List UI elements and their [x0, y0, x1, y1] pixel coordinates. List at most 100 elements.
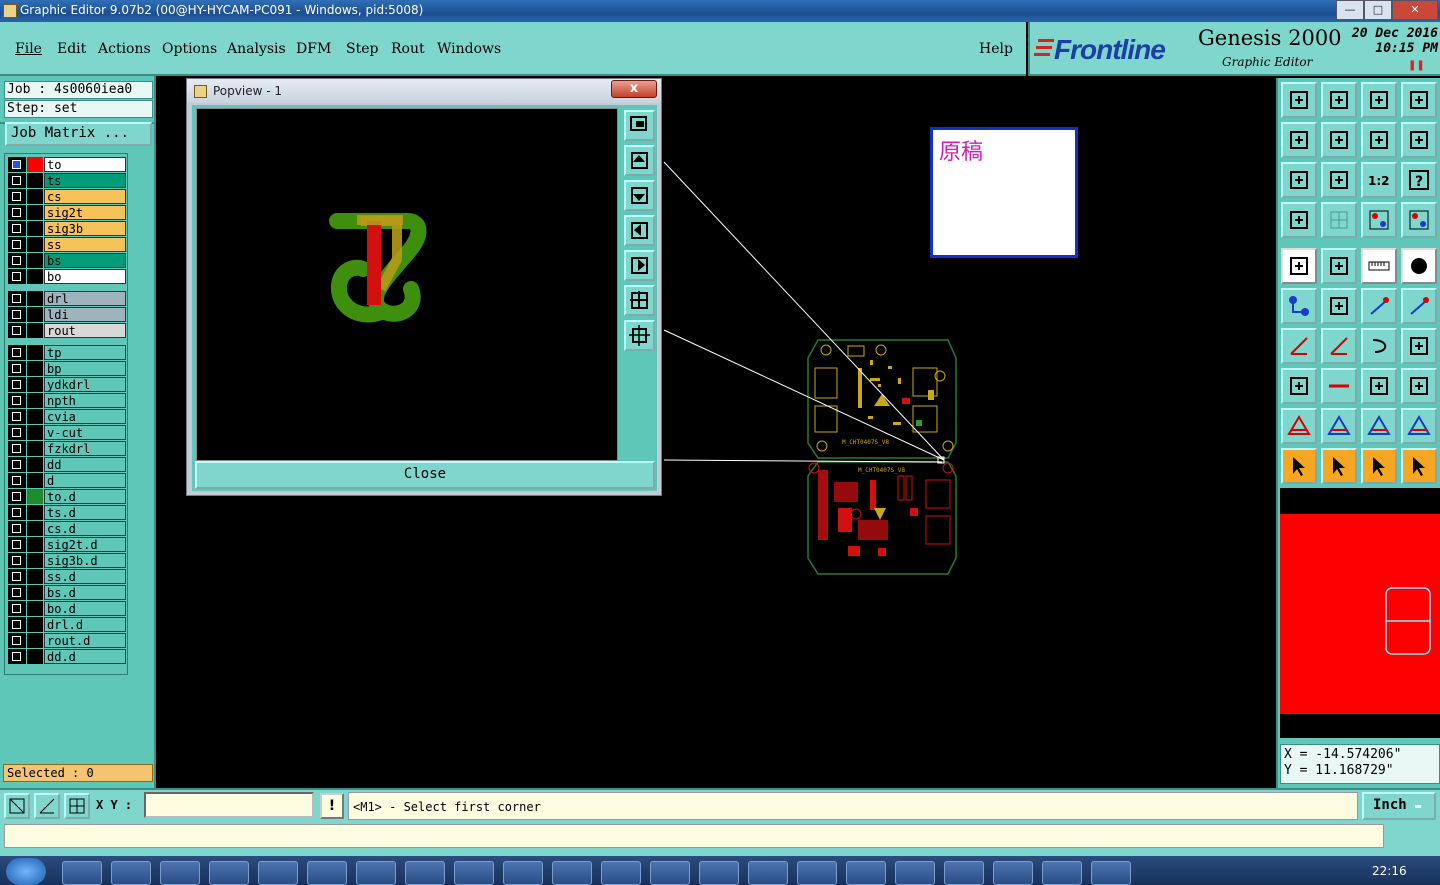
- step-s-icon[interactable]: [1401, 122, 1437, 158]
- overview-map[interactable]: [1280, 488, 1440, 738]
- menu-edit[interactable]: Edit: [57, 41, 86, 57]
- popview-zoom-window-icon[interactable]: [624, 110, 655, 141]
- pad-blue-icon[interactable]: [1281, 288, 1317, 324]
- excel-task-2-icon[interactable]: [601, 861, 641, 885]
- layer-color-swatch[interactable]: [27, 633, 43, 648]
- menu-file[interactable]: File: [15, 41, 42, 57]
- layer-color-swatch[interactable]: [27, 649, 43, 664]
- menu-analysis[interactable]: Analysis: [227, 41, 286, 57]
- genesis-task-4-icon[interactable]: [356, 861, 396, 885]
- layer-row-bo.d[interactable]: bo.d: [8, 601, 126, 616]
- layer-color-swatch[interactable]: [27, 205, 43, 220]
- feature-add-icon[interactable]: [1281, 368, 1317, 404]
- layer-checkbox[interactable]: [8, 505, 26, 520]
- orb-task-icon[interactable]: [160, 861, 200, 885]
- editor-task-6-icon[interactable]: [993, 861, 1033, 885]
- units-selector[interactable]: Inch ▬: [1362, 792, 1436, 820]
- layer-name[interactable]: dd: [44, 457, 126, 472]
- layer-name[interactable]: sig3b.d: [44, 553, 126, 568]
- editor-task-1-icon[interactable]: [748, 861, 788, 885]
- pointer-select-icon[interactable]: [1321, 448, 1357, 484]
- triangle-arrow-2-icon[interactable]: [1401, 408, 1437, 444]
- ratio-1-2-icon[interactable]: 1:2: [1361, 162, 1397, 198]
- layer-checkbox[interactable]: [8, 269, 26, 284]
- layer-name[interactable]: ss: [44, 237, 126, 252]
- arc-curve-icon[interactable]: [1361, 328, 1397, 364]
- layer-checkbox[interactable]: [8, 189, 26, 204]
- layer-color-swatch[interactable]: [27, 409, 43, 424]
- xy-input[interactable]: [144, 792, 314, 818]
- layer-checkbox[interactable]: [8, 393, 26, 408]
- pointer-icon[interactable]: [1281, 448, 1317, 484]
- layer-row-ss[interactable]: ss: [8, 237, 126, 252]
- cross-blue-icon[interactable]: [1321, 288, 1357, 324]
- layer-checkbox[interactable]: [8, 601, 26, 616]
- circle-black-icon[interactable]: [1401, 248, 1437, 284]
- layer-row-dd.d[interactable]: dd.d: [8, 649, 126, 664]
- layer-row-ldi[interactable]: ldi: [8, 307, 126, 322]
- app-task-icon[interactable]: [111, 861, 151, 885]
- layer-row-tp[interactable]: tp: [8, 345, 126, 360]
- snap-angle-icon[interactable]: [34, 793, 60, 819]
- layer-row-ss.d[interactable]: ss.d: [8, 569, 126, 584]
- layer-checkbox[interactable]: [8, 157, 26, 172]
- layer-row-sig3b[interactable]: sig3b: [8, 221, 126, 236]
- home-up-icon[interactable]: [1281, 82, 1317, 118]
- window-split-icon[interactable]: [1401, 82, 1437, 118]
- layer-color-swatch[interactable]: [27, 473, 43, 488]
- layer-checkbox[interactable]: [8, 307, 26, 322]
- measure-net-icon[interactable]: [1361, 202, 1397, 238]
- layer-color-swatch[interactable]: [27, 489, 43, 504]
- editor-task-2-icon[interactable]: [797, 861, 837, 885]
- layer-row-bp[interactable]: bp: [8, 361, 126, 376]
- line-redpoint-2-icon[interactable]: [1401, 288, 1437, 324]
- maximize-button[interactable]: □: [1364, 0, 1392, 20]
- genesis-task-2-icon[interactable]: [258, 861, 298, 885]
- pointer-circle-icon[interactable]: [1361, 448, 1397, 484]
- layer-row-sig2t.d[interactable]: sig2t.d: [8, 537, 126, 552]
- layer-row-npth[interactable]: npth: [8, 393, 126, 408]
- layer-color-swatch[interactable]: [27, 253, 43, 268]
- layer-row-fzkdrl[interactable]: fzkdrl: [8, 441, 126, 456]
- measure-net-red-icon[interactable]: [1401, 202, 1437, 238]
- home-house-icon[interactable]: [1361, 82, 1397, 118]
- layer-color-swatch[interactable]: [27, 377, 43, 392]
- editor-task-4-icon[interactable]: [895, 861, 935, 885]
- layer-checkbox[interactable]: [8, 521, 26, 536]
- popview-fit-icon[interactable]: [624, 320, 655, 351]
- menu-options[interactable]: Options: [162, 41, 217, 57]
- layer-row-drl[interactable]: drl: [8, 291, 126, 306]
- layer-color-swatch[interactable]: [27, 553, 43, 568]
- layer-name[interactable]: sig2t.d: [44, 537, 126, 552]
- popview-close-x-button[interactable]: x: [611, 80, 657, 98]
- layer-color-swatch[interactable]: [27, 425, 43, 440]
- layer-color-swatch[interactable]: [27, 505, 43, 520]
- layer-row-ts.d[interactable]: ts.d: [8, 505, 126, 520]
- layer-row-sig3b.d[interactable]: sig3b.d: [8, 553, 126, 568]
- layer-name[interactable]: rout: [44, 323, 126, 338]
- layer-name[interactable]: sig3b: [44, 221, 126, 236]
- layer-color-swatch[interactable]: [27, 569, 43, 584]
- layer-color-swatch[interactable]: [27, 291, 43, 306]
- genesis-task-5-icon[interactable]: [405, 861, 445, 885]
- layer-name[interactable]: npth: [44, 393, 126, 408]
- layer-name[interactable]: bs: [44, 253, 126, 268]
- green-task-icon[interactable]: [1042, 861, 1082, 885]
- layer-checkbox[interactable]: [8, 291, 26, 306]
- layer-checkbox[interactable]: [8, 173, 26, 188]
- popview-pan-up-icon[interactable]: [624, 145, 655, 176]
- popview-zoom-out-icon[interactable]: [624, 285, 655, 316]
- flip-red-icon[interactable]: [1401, 328, 1437, 364]
- layer-color-swatch[interactable]: [27, 441, 43, 456]
- layer-name[interactable]: bo: [44, 269, 126, 284]
- layer-name[interactable]: fzkdrl: [44, 441, 126, 456]
- doc-task-icon[interactable]: [454, 861, 494, 885]
- zoom-fit-icon[interactable]: [1321, 162, 1357, 198]
- warning-button[interactable]: !: [320, 793, 344, 819]
- layer-name[interactable]: bp: [44, 361, 126, 376]
- layer-checkbox[interactable]: [8, 441, 26, 456]
- layer-row-cs.d[interactable]: cs.d: [8, 521, 126, 536]
- layer-name[interactable]: bo.d: [44, 601, 126, 616]
- layer-color-swatch[interactable]: [27, 537, 43, 552]
- layer-name[interactable]: cs: [44, 189, 126, 204]
